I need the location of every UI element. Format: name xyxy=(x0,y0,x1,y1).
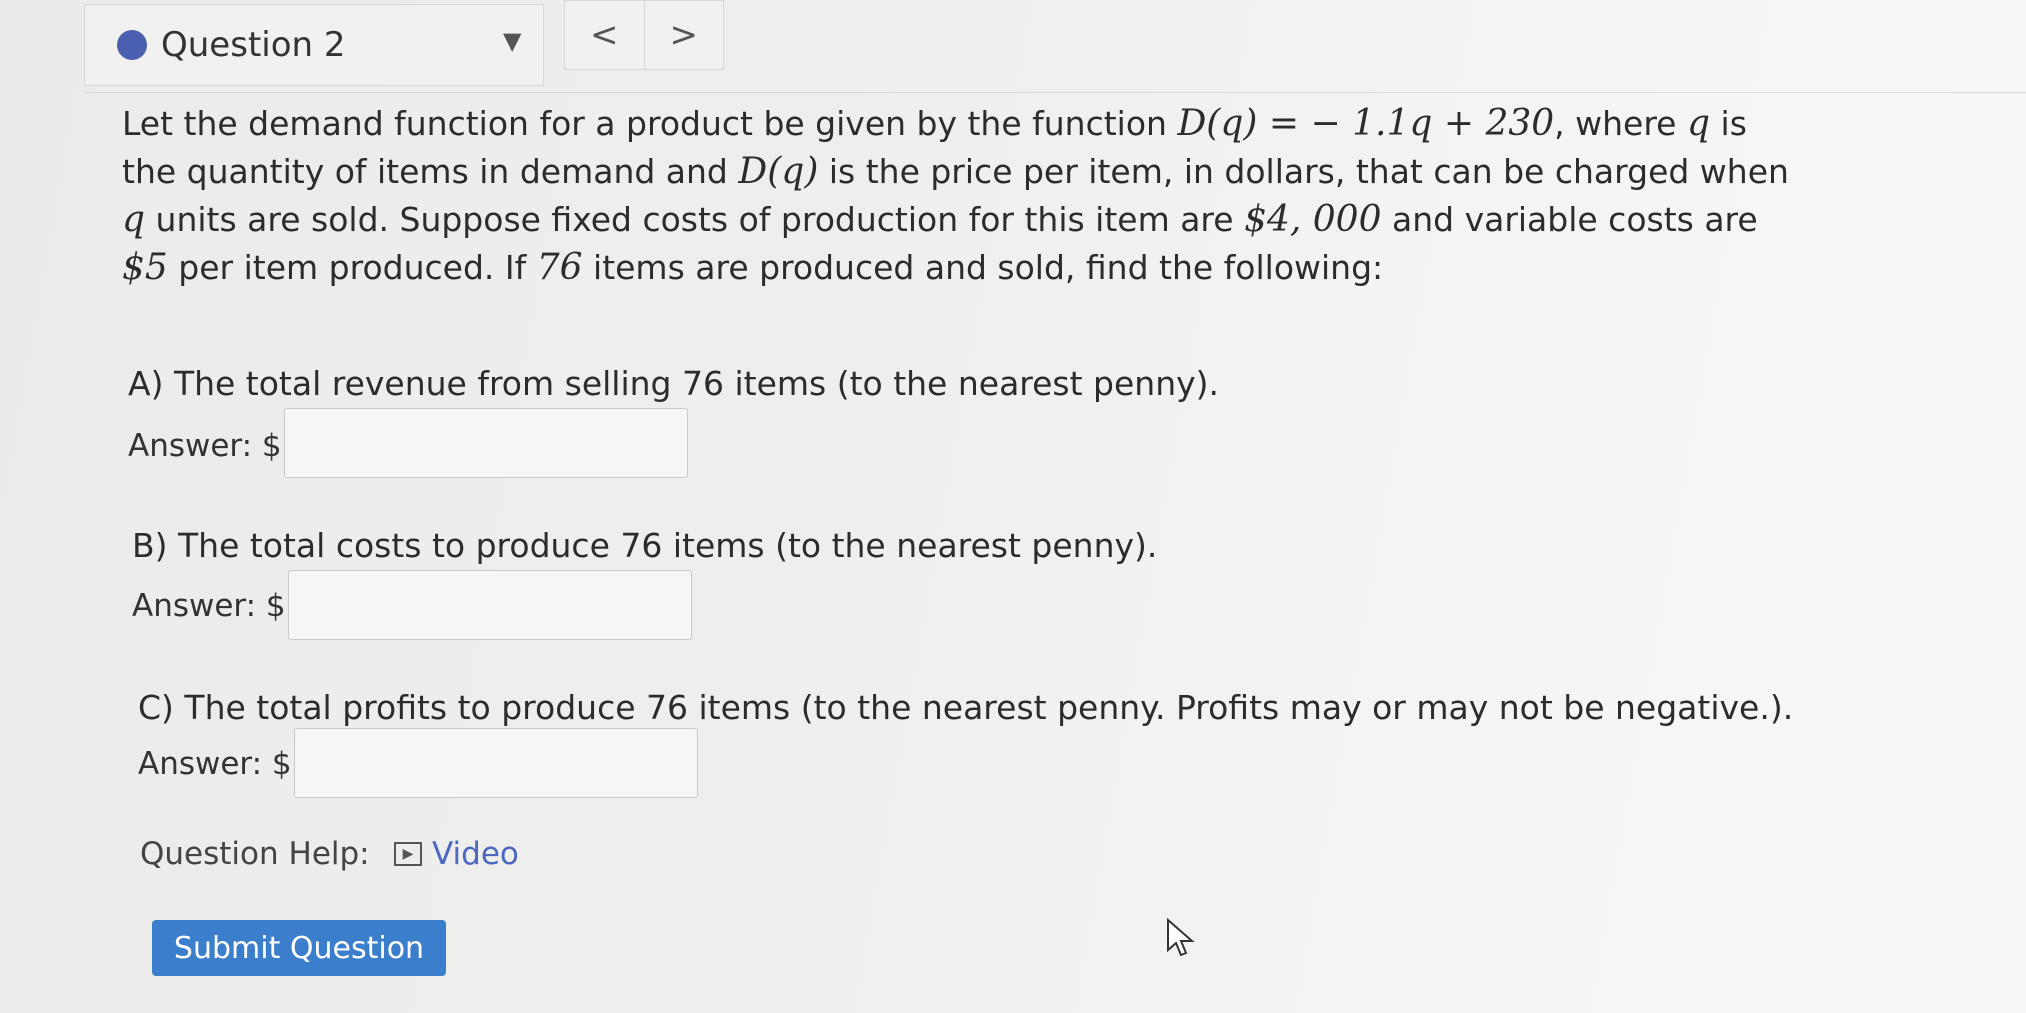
problem-segment: and variable costs are xyxy=(1381,200,1758,239)
items-count-math: 76 xyxy=(536,247,583,288)
part-c-answer-input[interactable] xyxy=(294,728,698,798)
part-a-answer-label: Answer: $ xyxy=(128,428,282,464)
problem-segment: is the price per item, in dollars, that … xyxy=(818,152,1789,191)
video-help-link[interactable]: ▶ Video xyxy=(394,836,519,872)
part-a-text: A) The total revenue from selling 76 ite… xyxy=(128,364,1220,403)
part-a-answer-input[interactable] xyxy=(284,408,688,478)
question-selector[interactable]: Question 2 ▼ xyxy=(84,4,544,86)
chevron-down-icon[interactable]: ▼ xyxy=(503,27,521,55)
problem-segment: items are produced and sold, find the fo… xyxy=(582,248,1384,287)
problem-segment: per item produced. If xyxy=(167,248,537,287)
part-c-answer-label: Answer: $ xyxy=(138,746,292,782)
price-function-math: D(q) xyxy=(738,151,819,192)
part-c-text: C) The total profits to produce 76 items… xyxy=(138,688,1794,727)
question-nav: < > xyxy=(564,0,724,70)
problem-text: Let the demand function for a product be… xyxy=(122,100,1802,292)
part-b-answer-label: Answer: $ xyxy=(132,588,286,624)
problem-segment: Let the demand function for a product be… xyxy=(122,104,1178,143)
divider xyxy=(84,92,2026,93)
variable-cost-math: $5 xyxy=(122,247,168,288)
prev-question-button[interactable]: < xyxy=(565,1,644,69)
variable-q-math: q xyxy=(1686,103,1711,144)
part-b-text: B) The total costs to produce 76 items (… xyxy=(132,526,1158,565)
part-b-answer-input[interactable] xyxy=(288,570,692,640)
problem-segment: , where xyxy=(1554,104,1687,143)
question-status-dot xyxy=(117,30,147,60)
fixed-cost-math: $4, 000 xyxy=(1244,199,1382,240)
problem-statement: Let the demand function for a product be… xyxy=(122,100,1802,292)
question-help-label: Question Help: xyxy=(140,836,370,872)
variable-q-math: q xyxy=(122,199,146,240)
video-link-label: Video xyxy=(432,836,519,872)
demand-function-math: D(q) = − 1.1q + 230 xyxy=(1177,103,1555,144)
question-label: Question 2 xyxy=(161,25,346,65)
submit-question-button[interactable]: Submit Question xyxy=(152,920,446,976)
play-icon: ▶ xyxy=(394,842,422,866)
next-question-button[interactable]: > xyxy=(643,1,724,69)
page: Question 2 ▼ < > Let the demand function… xyxy=(0,0,2026,1013)
mouse-cursor-icon xyxy=(1167,918,1195,957)
problem-segment: units are sold. Suppose fixed costs of p… xyxy=(145,200,1245,239)
